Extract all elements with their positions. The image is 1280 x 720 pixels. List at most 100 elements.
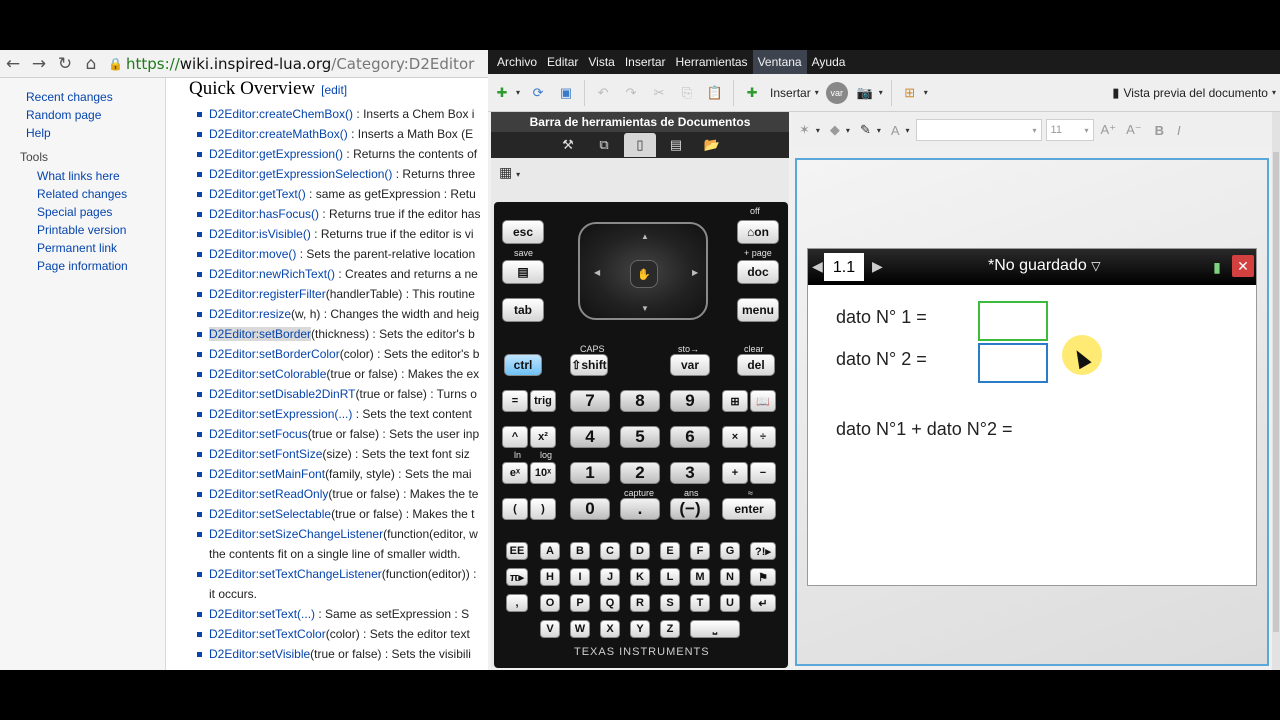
bold-icon[interactable]: B [1155,123,1164,138]
method-link[interactable]: D2Editor:setText(...) [209,607,315,621]
key-shift[interactable]: ⇧shift [570,354,608,376]
key-flag-icon[interactable]: ⚑ [750,568,776,586]
sidebar-tool-link[interactable]: Special pages [37,203,128,221]
method-link[interactable]: D2Editor:createChemBox() [209,107,353,121]
key-letter-l[interactable]: L [660,568,680,586]
tools-tab-icon[interactable]: ⚒ [552,133,584,157]
key-trig[interactable]: trig [530,390,556,412]
key-k0[interactable]: 0 [570,498,610,520]
sidebar-tool-link[interactable]: Printable version [37,221,128,239]
key-x2[interactable]: x² [530,426,556,448]
key-plus[interactable]: + [722,462,748,484]
key-letter-o[interactable]: O [540,594,560,612]
menu-vista[interactable]: Vista [583,50,619,74]
insert-button[interactable]: Insertar [770,86,811,100]
key-k7[interactable]: 7 [570,390,610,412]
open-icon[interactable]: ⟳ [527,82,549,104]
key-letter-p[interactable]: P [570,594,590,612]
menu-herramientas[interactable]: Herramientas [671,50,753,74]
method-link[interactable]: D2Editor:setExpression(...) [209,407,352,421]
method-link[interactable]: D2Editor:setVisible [209,647,310,661]
dato2-input[interactable] [978,343,1048,383]
key-k3[interactable]: 3 [670,462,710,484]
key-catalog-icon[interactable]: 📖 [750,390,776,412]
forward-arrow-icon[interactable]: → [26,51,52,77]
scrollbar-thumb[interactable] [1273,152,1279,632]
key-letter-j[interactable]: J [600,568,620,586]
document-preview-dropdown[interactable]: Vista previa del documento [1123,86,1268,100]
sidebar-tool-link[interactable]: What links here [37,167,128,185]
key-letter-i[interactable]: I [570,568,590,586]
menu-editar[interactable]: Editar [542,50,583,74]
fill-color-icon[interactable]: ◆ [830,122,840,138]
menu-ayuda[interactable]: Ayuda [807,50,851,74]
title-dropdown-icon[interactable]: ▽ [1091,259,1100,273]
variable-icon[interactable]: var [825,81,848,104]
method-link[interactable]: D2Editor:hasFocus() [209,207,319,221]
next-page-icon[interactable]: ▶ [872,258,883,275]
content-tab-icon[interactable]: ▤ [660,133,692,157]
key-letter-h[interactable]: H [540,568,560,586]
emulator-tab-icon[interactable]: ▯ [624,133,656,157]
key-menu[interactable]: menu [737,298,779,322]
utilities-tab-icon[interactable]: 📂 [696,133,728,157]
sidebar-link[interactable]: Help [26,124,113,142]
key-k6[interactable]: 6 [670,426,710,448]
key-space[interactable]: ⎵ [690,620,740,638]
sidebar-link[interactable]: Random page [26,106,113,124]
save-icon[interactable]: ▣ [555,82,577,104]
cut-icon[interactable]: ✂ [648,82,670,104]
reload-icon[interactable]: ↻ [52,51,78,77]
key-doc[interactable]: doc [737,260,779,284]
prev-page-icon[interactable]: ◀ [812,258,823,275]
method-link[interactable]: D2Editor:resize [209,307,291,321]
new-document-icon[interactable]: ✚ [491,82,513,104]
key-esc[interactable]: esc [502,220,544,244]
redo-icon[interactable]: ↷ [620,82,642,104]
sidebar-tool-link[interactable]: Permanent link [37,239,128,257]
menu-ventana[interactable]: Ventana [752,50,807,74]
copy-icon[interactable]: ⎘ [676,82,698,104]
key-k8[interactable]: 8 [620,390,660,412]
grow-font-icon[interactable]: A⁺ [1101,122,1117,138]
text-color-dropdown-icon[interactable]: ▾ [906,126,910,135]
key-lpar[interactable]: ( [502,498,528,520]
key-letter-g[interactable]: G [720,542,740,560]
method-link[interactable]: D2Editor:newRichText() [209,267,335,281]
key-letter-d[interactable]: D [630,542,650,560]
key-eq[interactable]: = [502,390,528,412]
screenshot-icon[interactable]: 📷 [854,82,876,104]
key-enter[interactable]: enter [722,498,776,520]
key-letter-q[interactable]: Q [600,594,620,612]
key-k9[interactable]: 9 [670,390,710,412]
format-tool-dropdown-icon[interactable]: ▾ [816,126,820,135]
key-rpar[interactable]: ) [530,498,556,520]
menu-insertar[interactable]: Insertar [620,50,671,74]
key-letter-r[interactable]: R [630,594,650,612]
key-letter-t[interactable]: T [690,594,710,612]
key-letter-n[interactable]: N [720,568,740,586]
key-on[interactable]: ⌂on [737,220,779,244]
method-link[interactable]: D2Editor:getExpression() [209,147,343,161]
font-size-select[interactable]: 11 ▾ [1045,119,1094,141]
font-size-dropdown-icon[interactable]: ▾ [1085,126,1089,135]
key-letter-m[interactable]: M [690,568,710,586]
touchpad-up-icon[interactable]: ▲ [641,232,649,241]
key-pi[interactable]: π▸ [506,568,528,586]
key-letter-u[interactable]: U [720,594,740,612]
method-link[interactable]: D2Editor:setDisable2DinRT [209,387,356,401]
edit-link[interactable]: [edit] [321,83,347,97]
key-dot[interactable]: . [620,498,660,520]
touchpad-click-icon[interactable]: ✋ [630,260,658,288]
vertical-scrollbar[interactable] [1272,112,1280,670]
address-input[interactable]: 🔒 https:// wiki.inspired-lua.org /Catego… [108,53,488,75]
page-sorter-tab-icon[interactable]: ⧉ [588,133,620,157]
key-tab[interactable]: tab [502,298,544,322]
key-neg[interactable]: (−) [670,498,710,520]
method-link[interactable]: D2Editor:createMathBox() [209,127,348,141]
sidebar-tool-link[interactable]: Page information [37,257,128,275]
key-letter-a[interactable]: A [540,542,560,560]
touchpad-left-icon[interactable]: ◀ [594,268,600,277]
paste-icon[interactable]: 📋 [704,82,726,104]
key-ex[interactable]: eˣ [502,462,528,484]
